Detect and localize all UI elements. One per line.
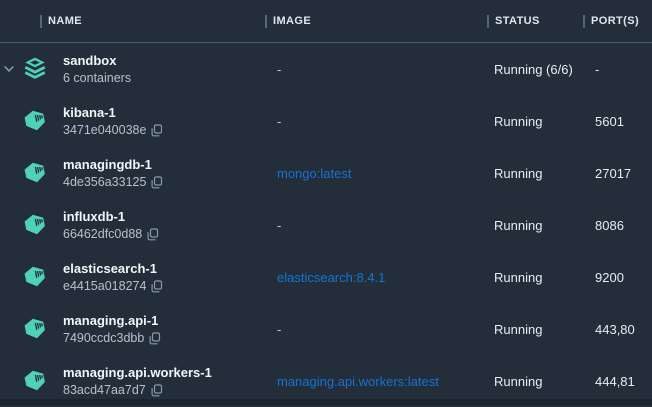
column-label-name: NAME <box>48 15 82 27</box>
name-text: managingdb-1 4de356a33125 <box>63 156 163 191</box>
name-text: managing.api.workers-1 83acd47aa7d7 <box>63 364 212 399</box>
name-text: influxdb-1 66462dfc0d88 <box>63 208 159 243</box>
table-row[interactable]: influxdb-1 66462dfc0d88 - Running 8086 <box>0 199 652 251</box>
status-text: Running (6/6) <box>487 62 583 77</box>
image-text: - <box>277 114 281 129</box>
column-label-image: IMAGE <box>273 15 311 27</box>
status-text: Running <box>487 114 583 129</box>
row-icon <box>21 161 49 185</box>
container-name: sandbox <box>63 52 131 70</box>
column-header-image: IMAGE <box>265 0 487 42</box>
container-icon <box>22 213 48 237</box>
container-name: managingdb-1 <box>63 156 163 174</box>
image-cell: - <box>265 62 487 77</box>
container-name: managing.api.workers-1 <box>63 364 212 382</box>
container-subtext: e4415a018274 <box>63 278 146 295</box>
name-text: sandbox 6 containers <box>63 52 131 87</box>
column-header-status: STATUS <box>487 0 583 42</box>
table-row[interactable]: managingdb-1 4de356a33125 mongo:latest R… <box>0 147 652 199</box>
stack-icon <box>21 56 49 82</box>
name-cell: kibana-1 3471e040038e <box>0 95 265 147</box>
image-text: - <box>277 62 281 77</box>
image-text: - <box>277 218 281 233</box>
name-text: managing.api-1 7490ccdc3dbb <box>63 312 161 347</box>
container-subtext: 6 containers <box>63 70 131 87</box>
table-header: NAME IMAGE STATUS PORT(S) <box>0 0 652 43</box>
bottom-edge <box>0 399 652 405</box>
containers-table: NAME IMAGE STATUS PORT(S) <box>0 0 652 405</box>
column-label-status: STATUS <box>495 15 540 27</box>
column-separator <box>583 15 585 28</box>
ports-text: 444,81 <box>583 374 652 389</box>
copy-icon[interactable] <box>151 124 163 137</box>
status-text: Running <box>487 374 583 389</box>
container-subtext: 4de356a33125 <box>63 174 146 191</box>
container-subtext: 66462dfc0d88 <box>63 226 142 243</box>
table-row[interactable]: managing.api-1 7490ccdc3dbb - Running 44… <box>0 303 652 355</box>
container-name: elasticsearch-1 <box>63 260 163 278</box>
row-icon <box>21 369 49 393</box>
container-icon <box>22 317 48 341</box>
container-icon <box>22 369 48 393</box>
name-cell: elasticsearch-1 e4415a018274 <box>0 251 265 303</box>
table-row[interactable]: kibana-1 3471e040038e - Running 5601 <box>0 95 652 147</box>
container-subtext: 3471e040038e <box>63 122 146 139</box>
table-row[interactable]: sandbox 6 containers - Running (6/6) - <box>0 43 652 95</box>
container-icon <box>22 265 48 289</box>
status-text: Running <box>487 270 583 285</box>
ports-text: - <box>583 62 652 77</box>
image-link[interactable]: elasticsearch:8.4.1 <box>277 270 385 285</box>
name-text: elasticsearch-1 e4415a018274 <box>63 260 163 295</box>
copy-icon[interactable] <box>147 228 159 241</box>
name-cell: managing.api-1 7490ccdc3dbb <box>0 303 265 355</box>
column-separator <box>40 15 42 28</box>
container-name: kibana-1 <box>63 104 163 122</box>
image-text: - <box>277 322 281 337</box>
image-link[interactable]: mongo:latest <box>277 166 351 181</box>
container-subtext: 7490ccdc3dbb <box>63 330 144 347</box>
image-cell: managing.api.workers:latest <box>265 374 487 389</box>
name-cell: influxdb-1 66462dfc0d88 <box>0 199 265 251</box>
row-icon <box>21 56 49 82</box>
name-cell: sandbox 6 containers <box>0 43 265 95</box>
container-icon <box>22 109 48 133</box>
column-separator <box>487 15 489 28</box>
ports-text: 8086 <box>583 218 652 233</box>
image-cell: elasticsearch:8.4.1 <box>265 270 487 285</box>
copy-icon[interactable] <box>151 280 163 293</box>
ports-text: 5601 <box>583 114 652 129</box>
column-separator <box>265 15 267 28</box>
container-icon <box>22 161 48 185</box>
ports-text: 9200 <box>583 270 652 285</box>
table-row[interactable]: elasticsearch-1 e4415a018274 elasticsear… <box>0 251 652 303</box>
row-icon <box>21 265 49 289</box>
table-body: sandbox 6 containers - Running (6/6) - <box>0 43 652 407</box>
ports-text: 27017 <box>583 166 652 181</box>
copy-icon[interactable] <box>151 176 163 189</box>
status-text: Running <box>487 166 583 181</box>
status-text: Running <box>487 322 583 337</box>
image-link[interactable]: managing.api.workers:latest <box>277 374 439 389</box>
row-icon <box>21 317 49 341</box>
expand-chevron[interactable] <box>0 65 18 73</box>
copy-icon[interactable] <box>149 332 161 345</box>
column-header-name: NAME <box>0 0 265 42</box>
container-name: influxdb-1 <box>63 208 159 226</box>
copy-icon[interactable] <box>151 384 163 397</box>
name-cell: managingdb-1 4de356a33125 <box>0 147 265 199</box>
image-cell: mongo:latest <box>265 166 487 181</box>
row-icon <box>21 109 49 133</box>
column-label-ports: PORT(S) <box>591 15 639 27</box>
chevron-down-icon <box>4 65 14 73</box>
row-icon <box>21 213 49 237</box>
image-cell: - <box>265 218 487 233</box>
container-name: managing.api-1 <box>63 312 161 330</box>
image-cell: - <box>265 322 487 337</box>
name-text: kibana-1 3471e040038e <box>63 104 163 139</box>
status-text: Running <box>487 218 583 233</box>
image-cell: - <box>265 114 487 129</box>
column-header-ports: PORT(S) <box>583 0 652 42</box>
container-subtext: 83acd47aa7d7 <box>63 382 146 399</box>
ports-text: 443,80 <box>583 322 652 337</box>
